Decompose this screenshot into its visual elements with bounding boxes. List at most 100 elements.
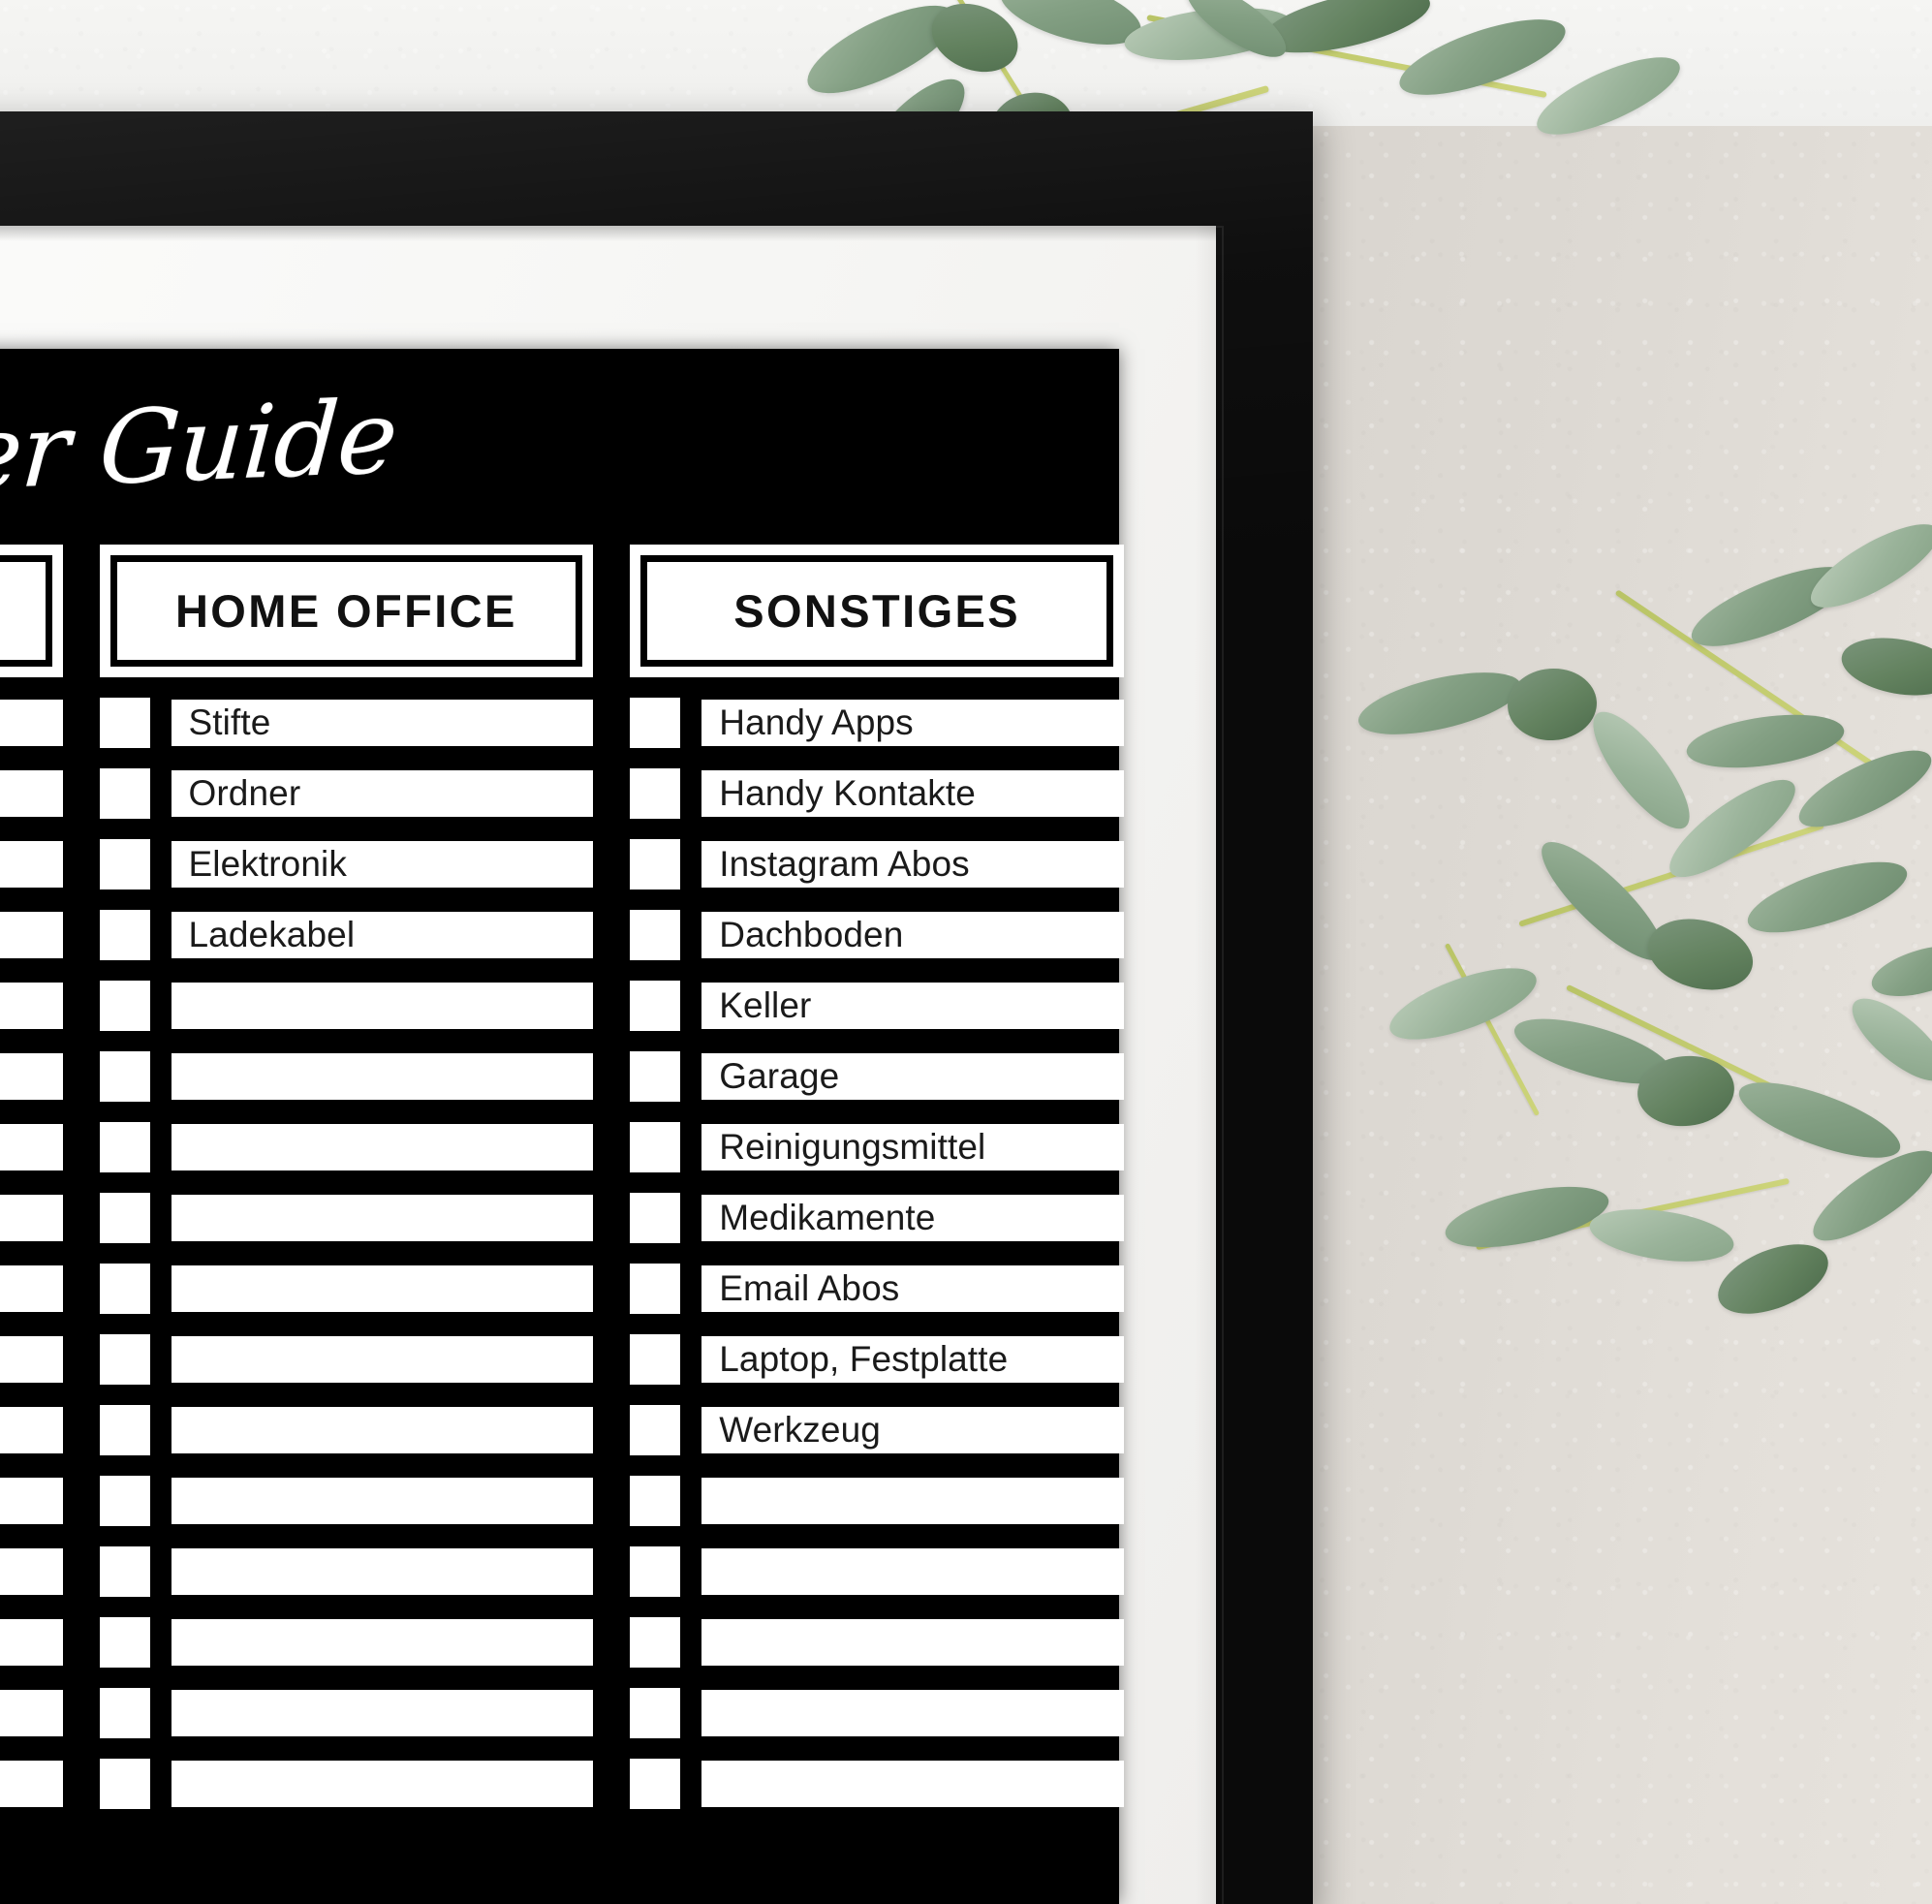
checklist-row[interactable] — [99, 1191, 594, 1245]
item-line[interactable]: Handy Apps — [701, 700, 1124, 746]
item-line[interactable]: Garage — [701, 1053, 1124, 1100]
item-line[interactable]: Werkzeug — [701, 1407, 1124, 1453]
checkbox[interactable] — [99, 698, 150, 748]
checklist-row[interactable]: Handy Apps — [630, 696, 1124, 750]
checklist-row[interactable] — [99, 1120, 594, 1174]
item-line[interactable] — [171, 1124, 594, 1170]
item-line[interactable] — [0, 983, 63, 1029]
checkbox[interactable] — [99, 839, 150, 890]
checkbox[interactable] — [630, 1264, 681, 1314]
item-line[interactable] — [701, 1690, 1124, 1736]
checklist-row[interactable] — [0, 1191, 63, 1245]
item-line[interactable] — [701, 1478, 1124, 1524]
item-line[interactable]: Medikamente — [701, 1195, 1124, 1241]
item-line[interactable] — [171, 1053, 594, 1100]
checklist-row[interactable] — [630, 1615, 1124, 1670]
checklist-row[interactable] — [630, 1757, 1124, 1811]
checkbox[interactable] — [630, 698, 681, 748]
item-line[interactable] — [171, 1478, 594, 1524]
item-line[interactable] — [0, 1124, 63, 1170]
item-line[interactable]: Ordner — [171, 770, 594, 817]
checklist-row[interactable]: Handy Kontakte — [630, 766, 1124, 821]
checkbox[interactable] — [630, 768, 681, 819]
item-line[interactable] — [0, 1761, 63, 1807]
checkbox[interactable] — [99, 1759, 150, 1809]
checklist-row[interactable]: Stifte — [99, 696, 594, 750]
item-line[interactable] — [0, 1336, 63, 1383]
item-line[interactable] — [0, 912, 63, 958]
item-line[interactable] — [701, 1548, 1124, 1595]
checklist-row[interactable]: Laptop, Festplatte — [630, 1332, 1124, 1387]
checkbox[interactable] — [630, 1051, 681, 1102]
item-line[interactable]: Email Abos — [701, 1265, 1124, 1312]
checklist-row[interactable] — [0, 1545, 63, 1599]
checkbox[interactable] — [630, 981, 681, 1031]
checkbox[interactable] — [99, 1334, 150, 1385]
checkbox[interactable] — [99, 1051, 150, 1102]
item-line[interactable]: Handy Kontakte — [701, 770, 1124, 817]
checklist-row[interactable] — [99, 1615, 594, 1670]
checklist-row[interactable] — [0, 1262, 63, 1316]
item-line[interactable] — [701, 1761, 1124, 1807]
checklist-row[interactable] — [0, 1615, 63, 1670]
checklist-row[interactable] — [0, 1403, 63, 1457]
checklist-row[interactable]: Email Abos — [630, 1262, 1124, 1316]
checklist-row[interactable] — [0, 1120, 63, 1174]
item-line[interactable]: Stifte — [171, 700, 594, 746]
checkbox[interactable] — [99, 1476, 150, 1526]
checkbox[interactable] — [99, 1688, 150, 1738]
item-line[interactable] — [171, 1407, 594, 1453]
item-line[interactable] — [171, 1265, 594, 1312]
checkbox[interactable] — [630, 1546, 681, 1597]
checklist-row[interactable] — [630, 1474, 1124, 1528]
item-line[interactable] — [0, 1053, 63, 1100]
checklist-row[interactable]: Keller — [630, 979, 1124, 1033]
item-line[interactable] — [171, 1195, 594, 1241]
checklist-row[interactable]: Ladekabel — [99, 908, 594, 962]
item-line[interactable]: Laptop, Festplatte — [701, 1336, 1124, 1383]
checkbox[interactable] — [630, 1193, 681, 1243]
checkbox[interactable] — [99, 1617, 150, 1668]
checklist-row[interactable] — [99, 979, 594, 1033]
checklist-row[interactable] — [0, 766, 63, 821]
item-line[interactable] — [171, 1690, 594, 1736]
checklist-row[interactable] — [0, 979, 63, 1033]
checkbox[interactable] — [99, 768, 150, 819]
checklist-row[interactable]: Ordner — [99, 766, 594, 821]
item-line[interactable] — [171, 1761, 594, 1807]
checklist-row[interactable]: Elektronik — [99, 837, 594, 891]
checklist-row[interactable] — [0, 837, 63, 891]
checklist-row[interactable] — [0, 1686, 63, 1740]
item-line[interactable] — [171, 1548, 594, 1595]
checklist-row[interactable]: Instagram Abos — [630, 837, 1124, 891]
checklist-row[interactable] — [99, 1474, 594, 1528]
item-line[interactable]: Dachboden — [701, 912, 1124, 958]
item-line[interactable] — [0, 1407, 63, 1453]
checklist-row[interactable]: Dachboden — [630, 908, 1124, 962]
checklist-row[interactable] — [0, 908, 63, 962]
item-line[interactable] — [0, 1690, 63, 1736]
checklist-row[interactable] — [99, 1262, 594, 1316]
item-line[interactable] — [701, 1619, 1124, 1666]
checklist-row[interactable]: Medikamente — [630, 1191, 1124, 1245]
checklist-row[interactable] — [630, 1686, 1124, 1740]
checklist-row[interactable] — [0, 1049, 63, 1104]
checklist-row[interactable] — [99, 1545, 594, 1599]
item-line[interactable] — [0, 1195, 63, 1241]
checkbox[interactable] — [630, 1476, 681, 1526]
checkbox[interactable] — [99, 1405, 150, 1455]
checkbox[interactable] — [99, 1264, 150, 1314]
item-line[interactable] — [171, 983, 594, 1029]
checklist-row[interactable]: Garage — [630, 1049, 1124, 1104]
checklist-row[interactable] — [630, 1545, 1124, 1599]
checklist-row[interactable] — [0, 1332, 63, 1387]
checklist-row[interactable]: Werkzeug — [630, 1403, 1124, 1457]
item-line[interactable] — [0, 1265, 63, 1312]
item-line[interactable]: Ladekabel — [171, 912, 594, 958]
checkbox[interactable] — [99, 1122, 150, 1172]
item-line[interactable] — [0, 1619, 63, 1666]
item-line[interactable]: Elektronik — [171, 841, 594, 888]
checklist-row[interactable] — [0, 1474, 63, 1528]
item-line[interactable]: Reinigungsmittel — [701, 1124, 1124, 1170]
checkbox[interactable] — [630, 910, 681, 960]
